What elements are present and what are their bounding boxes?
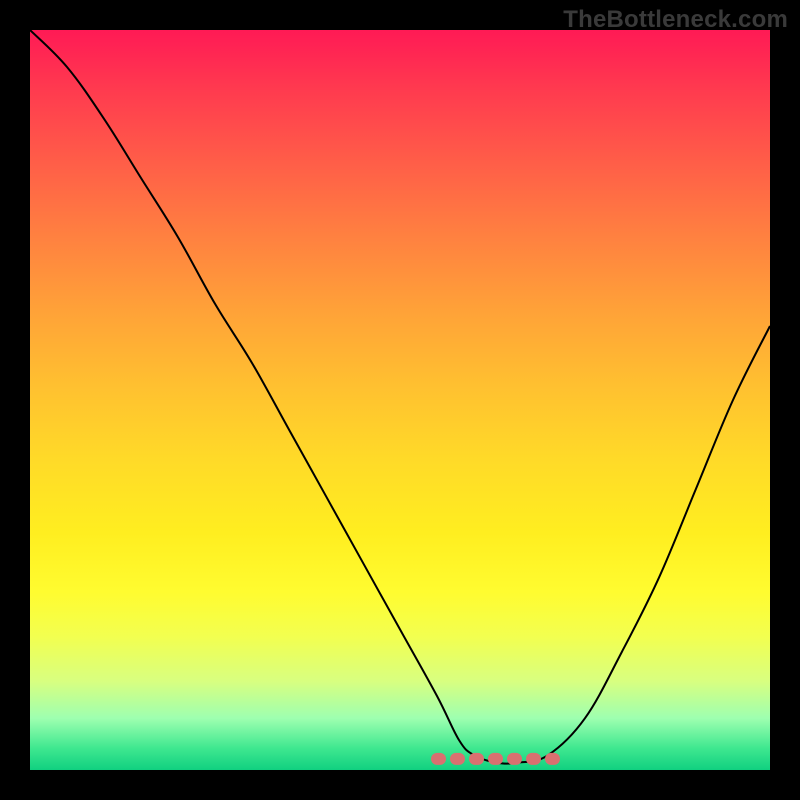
- chart-container: TheBottleneck.com: [0, 0, 800, 800]
- plot-area: [30, 30, 770, 770]
- watermark-text: TheBottleneck.com: [563, 6, 788, 34]
- bottleneck-curve: [30, 30, 770, 764]
- curve-svg: [30, 30, 770, 770]
